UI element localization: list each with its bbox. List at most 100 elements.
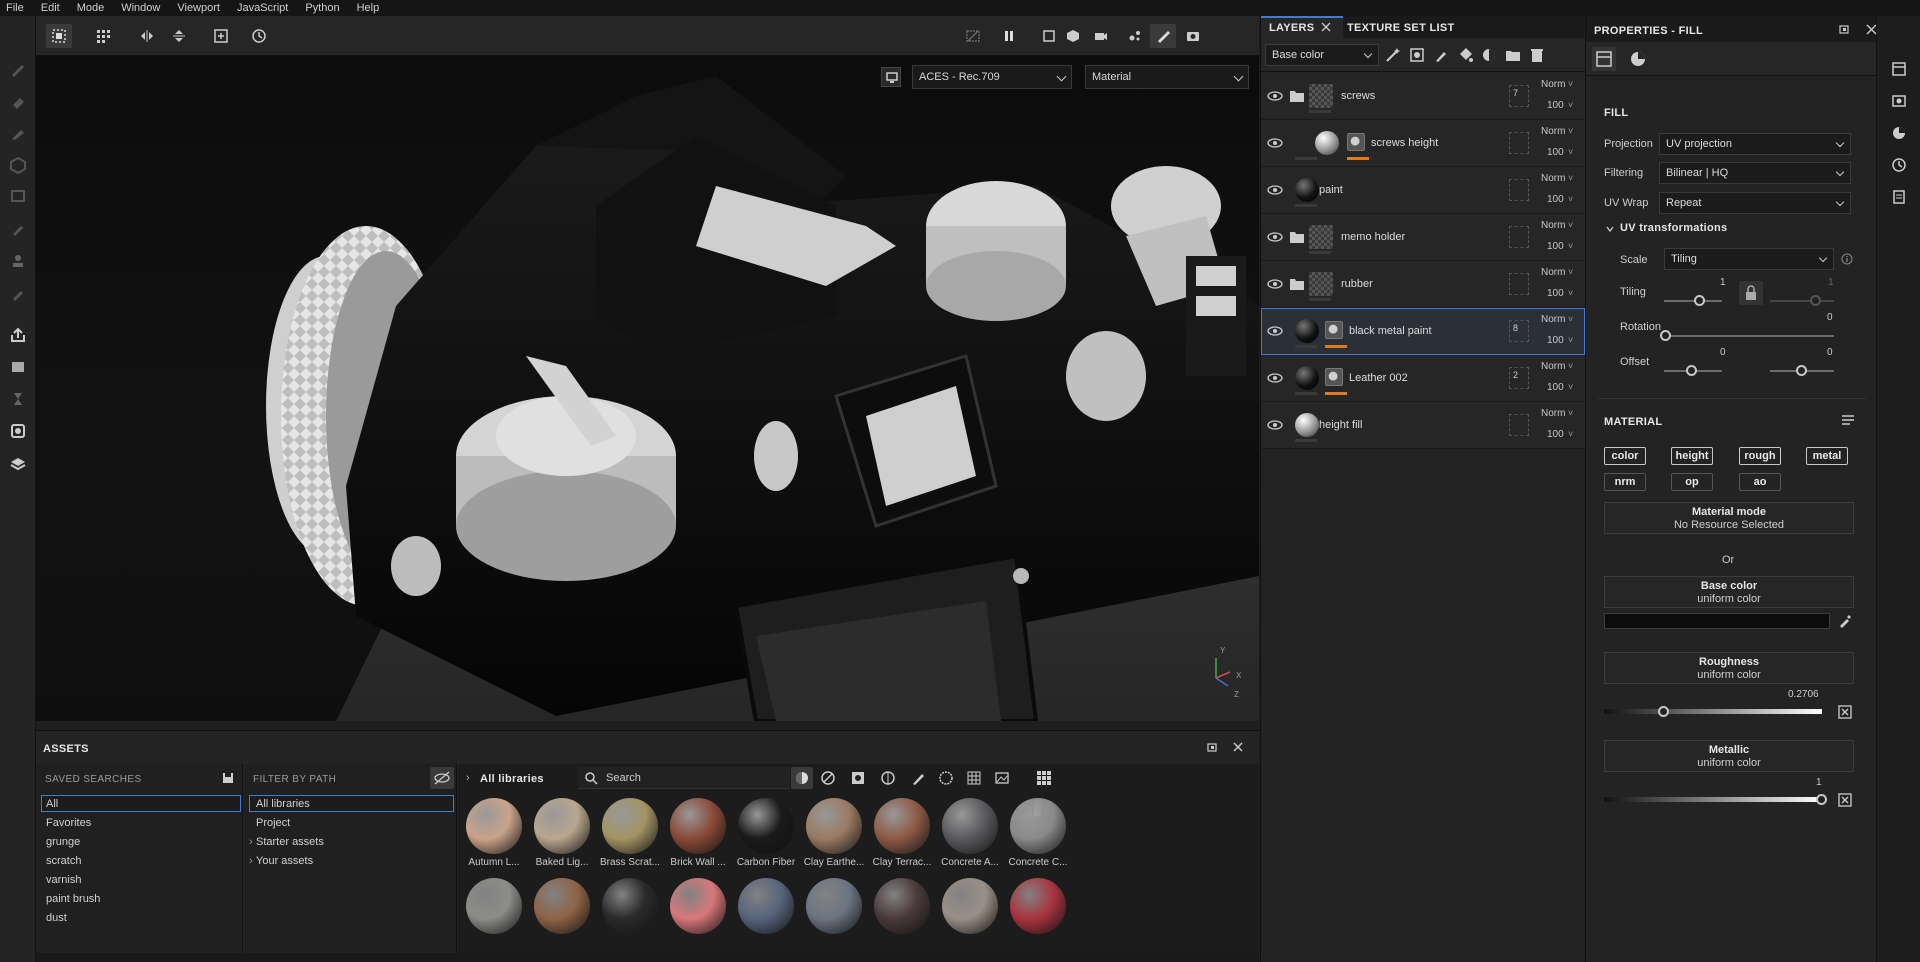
particle-icon[interactable] [1122,24,1148,48]
material-thumbnail[interactable] [942,878,998,934]
material-thumbnail[interactable] [874,878,930,934]
search-input[interactable]: Search [606,772,641,784]
chevron-down-icon[interactable]: ˅ [1568,429,1573,439]
info-icon[interactable] [1841,253,1853,265]
view-2d-icon[interactable] [1036,24,1062,48]
blend-mode[interactable]: Norm [1541,408,1565,419]
view-3d-icon[interactable] [1060,24,1086,48]
layer-opacity[interactable]: 100 [1547,429,1564,440]
hide-filter-icon[interactable] [430,767,454,789]
chevron-right-icon[interactable]: › [466,772,470,784]
pause-icon[interactable] [996,24,1022,48]
chevron-down-icon[interactable]: ˅ [1568,335,1573,345]
rotation-slider[interactable] [1664,335,1834,337]
menu-file[interactable]: File [6,2,24,14]
layer-row[interactable]: memo holder Norm ˅ 100 ˅ [1261,214,1585,261]
visibility-eye-icon[interactable] [1267,419,1283,431]
channel-ao-button[interactable]: ao [1739,473,1781,491]
chevron-down-icon[interactable]: ˅ [1568,100,1573,110]
shader-settings-icon[interactable] [9,454,27,472]
saved-search-item[interactable]: paint brush [46,893,100,905]
generator-filter-icon[interactable] [880,770,896,786]
material-thumbnail[interactable] [806,798,862,854]
material-mode-button[interactable]: Material mode No Resource Selected [1604,502,1854,534]
history-icon[interactable] [246,24,272,48]
display-settings-icon[interactable] [1891,93,1907,109]
layer-row[interactable]: Leather 002 2 Norm ˅ 100 ˅ [1261,355,1585,402]
texture-pick-icon[interactable] [1838,793,1852,807]
visibility-eye-icon[interactable] [1267,372,1283,384]
texture-pick-icon[interactable] [1838,705,1852,719]
undock-icon[interactable] [1206,741,1218,753]
visibility-eye-icon[interactable] [1267,231,1283,243]
visibility-eye-icon[interactable] [1267,278,1283,290]
blend-mode[interactable]: Norm [1541,267,1565,278]
path-item[interactable]: Project [256,817,290,829]
path-item[interactable]: Your assets [256,855,313,867]
delete-layer-icon[interactable] [1529,47,1545,63]
layer-name[interactable]: height fill [1319,419,1362,431]
chevron-down-icon[interactable]: ˅ [1568,361,1573,371]
add-frame-icon[interactable] [208,24,234,48]
layer-opacity[interactable]: 100 [1547,382,1564,393]
close-icon[interactable] [1321,22,1331,32]
saved-search-item[interactable]: dust [46,912,67,924]
chevron-down-icon[interactable]: ˅ [1568,267,1573,277]
layer-row[interactable]: screws 7 Norm ˅ 100 ˅ [1261,73,1585,120]
clone-tool-icon[interactable] [9,220,27,238]
material-thumbnail[interactable] [1010,878,1066,934]
selection-mode-icon[interactable] [46,24,72,48]
layer-name[interactable]: paint [1319,184,1343,196]
projection-dropdown[interactable]: UV projection [1659,133,1851,155]
hourglass-icon[interactable] [9,390,27,408]
chevron-down-icon[interactable]: ˅ [1568,126,1573,136]
properties-tab-settings-icon[interactable] [1592,47,1616,71]
layer-opacity[interactable]: 100 [1547,288,1564,299]
filtering-dropdown[interactable]: Bilinear | HQ [1659,162,1851,184]
menu-edit[interactable]: Edit [41,2,60,14]
roughness-slider[interactable] [1604,709,1822,714]
tiling-v-slider[interactable] [1770,300,1834,302]
material-thumbnail[interactable] [942,798,998,854]
mask-thumbnail[interactable] [1325,321,1343,339]
add-paint-layer-icon[interactable] [1433,47,1449,63]
metallic-button[interactable]: Metallic uniform color [1604,740,1854,772]
stamp-tool-icon[interactable] [9,252,27,270]
layer-material-thumbnail[interactable] [1295,366,1319,390]
chevron-down-icon[interactable]: ˅ [1568,382,1573,392]
blend-mode[interactable]: Norm [1541,361,1565,372]
projection-tool-icon[interactable] [9,124,27,142]
texture-filter-icon[interactable] [966,770,982,786]
sublayer-count-box[interactable] [1509,132,1529,154]
visibility-eye-icon[interactable] [1267,90,1283,102]
material-thumbnail[interactable] [738,798,794,854]
chevron-down-icon[interactable]: ˅ [1568,241,1573,251]
add-mask-icon[interactable] [1481,47,1497,63]
folder-open-icon[interactable] [1289,89,1305,103]
layer-row[interactable]: height fill Norm ˅ 100 ˅ [1261,402,1585,449]
menu-help[interactable]: Help [357,2,380,14]
roughness-button[interactable]: Roughness uniform color [1604,652,1854,684]
tiling-u-knob[interactable] [1694,295,1705,306]
blend-mode[interactable]: Norm [1541,314,1565,325]
blend-mode[interactable]: Norm [1541,79,1565,90]
saved-search-item[interactable]: varnish [46,874,81,886]
blend-mode[interactable]: Norm [1541,220,1565,231]
paint-brush-tool-icon[interactable] [9,60,27,78]
magic-wand-icon[interactable] [1385,47,1401,63]
channel-height-button[interactable]: height [1671,447,1713,465]
offset-u-knob[interactable] [1686,365,1697,376]
save-search-icon[interactable] [221,771,235,785]
mask-thumbnail[interactable] [1347,133,1365,151]
sublayer-count-box[interactable] [1509,273,1529,295]
material-thumbnail[interactable] [602,878,658,934]
rotation-knob[interactable] [1660,330,1671,341]
saved-search-item[interactable]: grunge [46,836,80,848]
export-tool-icon[interactable] [9,326,27,344]
layer-name[interactable]: black metal paint [1349,325,1432,337]
add-fill-layer-icon[interactable] [1457,47,1473,63]
tiling-u-slider[interactable] [1664,300,1722,302]
menu-viewport[interactable]: Viewport [177,2,220,14]
folder-icon[interactable] [1289,277,1305,291]
material-thumbnail[interactable] [466,798,522,854]
